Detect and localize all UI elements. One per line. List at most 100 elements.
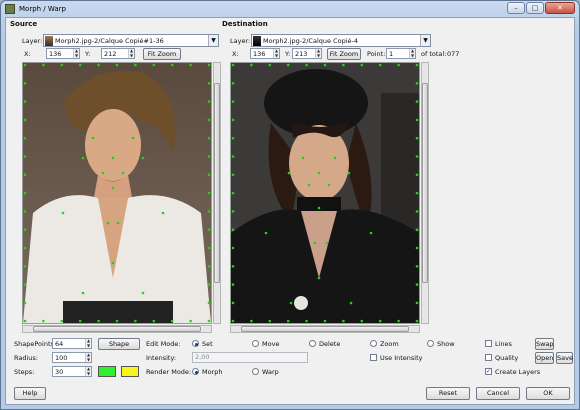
radius-spinbox[interactable]: 100 ▲ ▼: [52, 352, 92, 363]
spin-arrows-icon[interactable]: ▲ ▼: [273, 48, 279, 58]
control-point[interactable]: [415, 63, 419, 67]
control-point[interactable]: [131, 136, 135, 140]
destination-x-spinbox[interactable]: 136 ▲ ▼: [250, 48, 280, 59]
source-image[interactable]: [23, 63, 211, 323]
quality-checkbox[interactable]: [485, 354, 492, 361]
control-point[interactable]: [360, 63, 364, 67]
control-point[interactable]: [333, 156, 337, 160]
control-point[interactable]: [23, 136, 27, 140]
control-point[interactable]: [116, 221, 120, 225]
control-point[interactable]: [369, 231, 373, 235]
control-point[interactable]: [231, 100, 235, 103]
destination-vertical-scrollbar[interactable]: [421, 62, 429, 324]
edit-mode-set-radio[interactable]: [192, 340, 199, 347]
render-mode-warp-radio[interactable]: [252, 368, 259, 375]
close-button[interactable]: ✕: [545, 2, 575, 14]
control-point[interactable]: [23, 63, 27, 67]
source-vertical-scrollbar[interactable]: [213, 62, 221, 324]
control-point[interactable]: [397, 63, 400, 67]
control-point[interactable]: [141, 291, 145, 295]
control-point[interactable]: [231, 283, 235, 286]
control-point[interactable]: [152, 63, 156, 67]
control-point[interactable]: [207, 173, 211, 177]
control-point[interactable]: [415, 173, 419, 177]
control-point[interactable]: [347, 171, 351, 175]
use-intensity-checkbox[interactable]: [370, 354, 377, 361]
control-point[interactable]: [134, 319, 137, 323]
control-point[interactable]: [207, 319, 211, 323]
edit-mode-move-radio[interactable]: [252, 340, 259, 347]
control-point[interactable]: [207, 228, 211, 231]
control-point[interactable]: [207, 155, 211, 158]
control-point[interactable]: [231, 82, 235, 85]
control-point[interactable]: [301, 156, 305, 160]
control-point[interactable]: [60, 319, 64, 323]
control-point[interactable]: [23, 191, 27, 195]
control-point[interactable]: [97, 319, 100, 323]
yellow-color-swatch[interactable]: [121, 366, 139, 377]
destination-horizontal-scrollbar[interactable]: [230, 325, 420, 333]
spin-arrows-icon[interactable]: ▲ ▼: [85, 338, 91, 348]
control-point[interactable]: [60, 63, 64, 67]
maximize-button[interactable]: □: [526, 2, 544, 14]
control-point[interactable]: [111, 261, 115, 265]
control-point[interactable]: [342, 319, 345, 323]
control-point[interactable]: [152, 319, 156, 323]
control-point[interactable]: [415, 319, 419, 323]
ok-button[interactable]: OK: [526, 387, 570, 400]
spin-arrows-icon[interactable]: ▲ ▼: [128, 48, 134, 58]
control-point[interactable]: [397, 319, 400, 323]
edit-mode-delete-radio[interactable]: [309, 340, 316, 347]
control-point[interactable]: [134, 63, 137, 67]
control-point[interactable]: [231, 155, 235, 158]
control-point[interactable]: [106, 221, 110, 225]
control-point[interactable]: [111, 186, 115, 190]
source-x-spinbox[interactable]: 136 ▲ ▼: [46, 48, 80, 59]
control-point[interactable]: [378, 63, 382, 67]
control-point[interactable]: [207, 191, 211, 195]
save-button[interactable]: Save: [556, 352, 573, 364]
destination-hscroll-thumb[interactable]: [241, 326, 409, 332]
control-point[interactable]: [23, 228, 27, 231]
control-point[interactable]: [231, 319, 235, 323]
title-bar[interactable]: Morph / Warp – □ ✕: [1, 1, 579, 17]
control-point[interactable]: [23, 283, 27, 286]
control-point[interactable]: [415, 155, 419, 158]
control-point[interactable]: [189, 319, 192, 323]
control-point[interactable]: [231, 191, 235, 195]
control-point[interactable]: [313, 241, 317, 245]
control-point[interactable]: [23, 82, 27, 85]
source-layer-dropdown[interactable]: Morph2.jpg-2/Calque Copié#1-36 ▼: [43, 34, 219, 47]
control-point[interactable]: [250, 319, 253, 323]
control-point[interactable]: [189, 63, 192, 67]
control-point[interactable]: [207, 100, 211, 103]
chevron-down-icon[interactable]: ▼: [208, 35, 218, 46]
control-point[interactable]: [415, 301, 419, 305]
create-layers-checkbox[interactable]: ✓: [485, 368, 492, 375]
open-button[interactable]: Open: [535, 352, 554, 364]
control-point[interactable]: [23, 319, 27, 323]
source-fit-zoom-button[interactable]: Fit Zoom: [143, 48, 181, 60]
reset-button[interactable]: Reset: [426, 387, 470, 400]
control-point[interactable]: [231, 265, 235, 268]
control-point[interactable]: [23, 265, 27, 268]
control-point[interactable]: [231, 118, 235, 122]
source-horizontal-scrollbar[interactable]: [22, 325, 212, 333]
control-point[interactable]: [23, 210, 27, 213]
control-point[interactable]: [207, 118, 211, 122]
green-color-swatch[interactable]: [98, 366, 116, 377]
control-point[interactable]: [207, 283, 211, 286]
control-point[interactable]: [250, 63, 253, 67]
control-point[interactable]: [415, 82, 419, 85]
control-point[interactable]: [325, 241, 329, 245]
control-point[interactable]: [415, 100, 419, 103]
control-point[interactable]: [207, 246, 211, 250]
control-point[interactable]: [305, 319, 308, 323]
control-point[interactable]: [101, 171, 105, 175]
spin-arrows-icon[interactable]: ▲ ▼: [315, 48, 321, 58]
control-point[interactable]: [207, 136, 211, 140]
help-button[interactable]: Help: [14, 387, 46, 400]
control-point[interactable]: [286, 319, 290, 323]
spin-arrows-icon[interactable]: ▲ ▼: [409, 48, 415, 58]
spin-arrows-icon[interactable]: ▲ ▼: [73, 48, 79, 58]
